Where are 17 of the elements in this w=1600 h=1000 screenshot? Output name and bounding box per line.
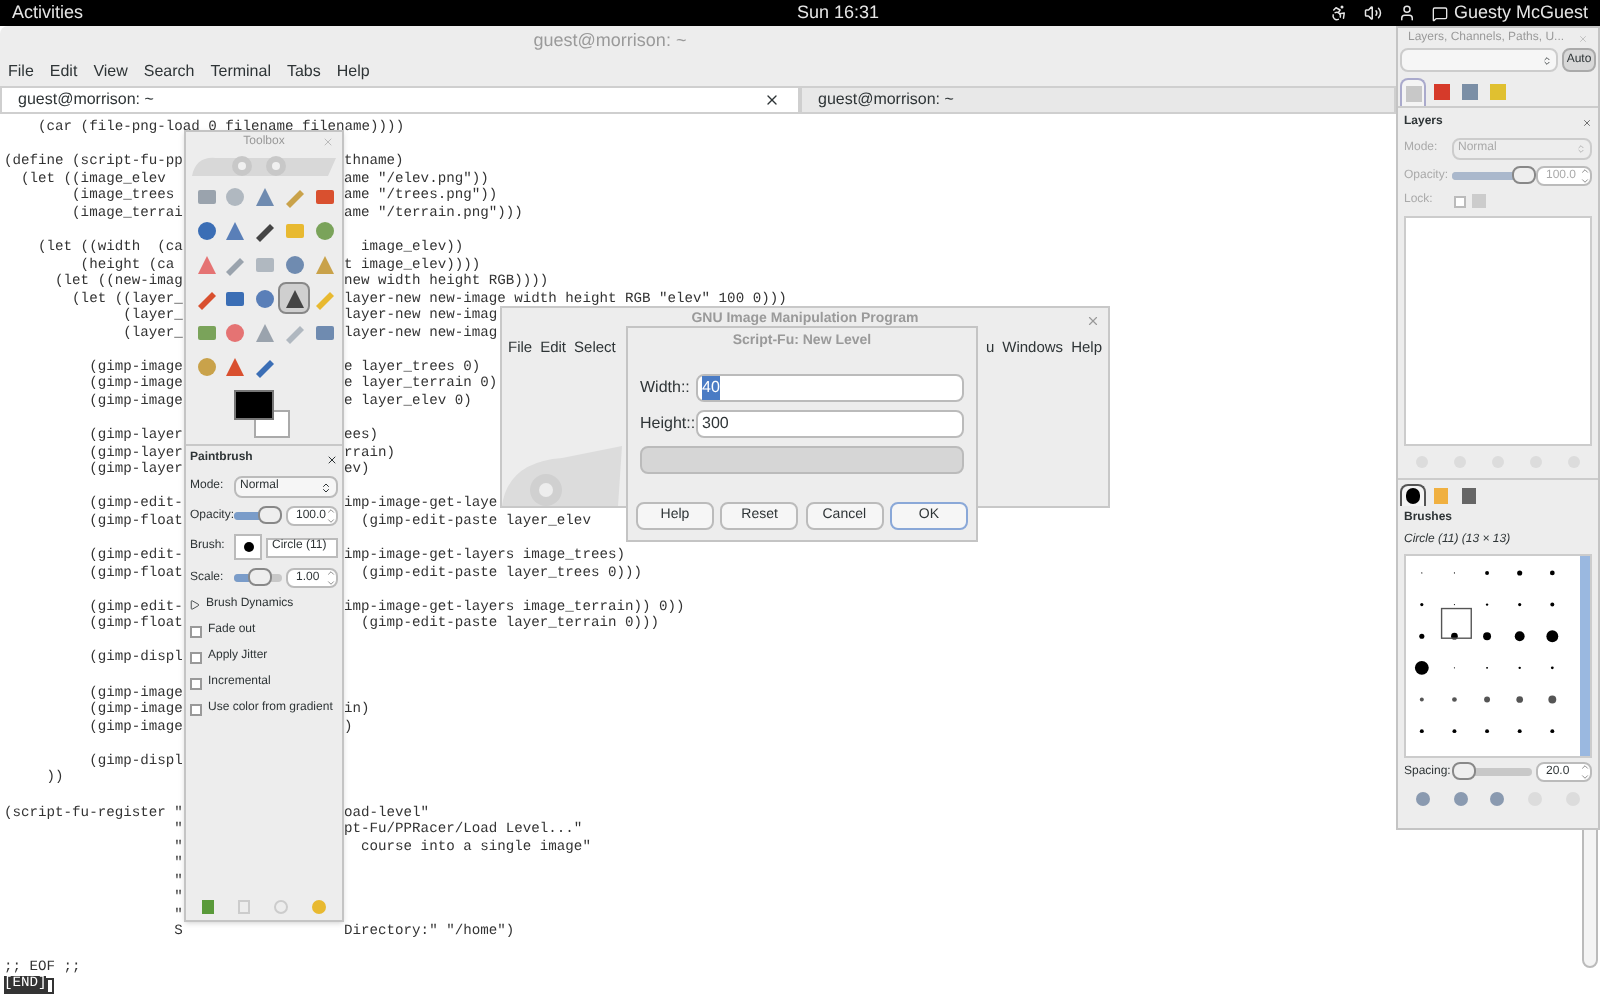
text-field[interactable]: 40 <box>696 374 964 402</box>
menu-item[interactable]: View <box>93 60 128 84</box>
field-label: Width:: <box>640 376 692 400</box>
activities-button[interactable]: Activities <box>12 0 84 27</box>
menu-item[interactable]: Help <box>336 60 370 84</box>
text-field[interactable]: 300 <box>696 410 964 438</box>
clock[interactable]: Sun 16:31 <box>797 0 880 27</box>
menu-item[interactable]: Tabs <box>286 60 321 84</box>
terminal-tab[interactable]: guest@morrison: ~ <box>800 88 1396 112</box>
menu-item[interactable]: Edit <box>49 60 78 84</box>
user-name[interactable]: Guesty McGuest <box>1453 0 1588 27</box>
field-label: Height:: <box>640 412 692 436</box>
terminal-tab[interactable]: guest@morrison: ~ <box>0 88 800 112</box>
menu-item[interactable]: File <box>8 60 34 84</box>
menu-item[interactable]: Terminal <box>210 60 271 84</box>
window-title: guest@morrison: ~ <box>533 28 687 55</box>
menu-item[interactable]: Search <box>143 60 195 84</box>
